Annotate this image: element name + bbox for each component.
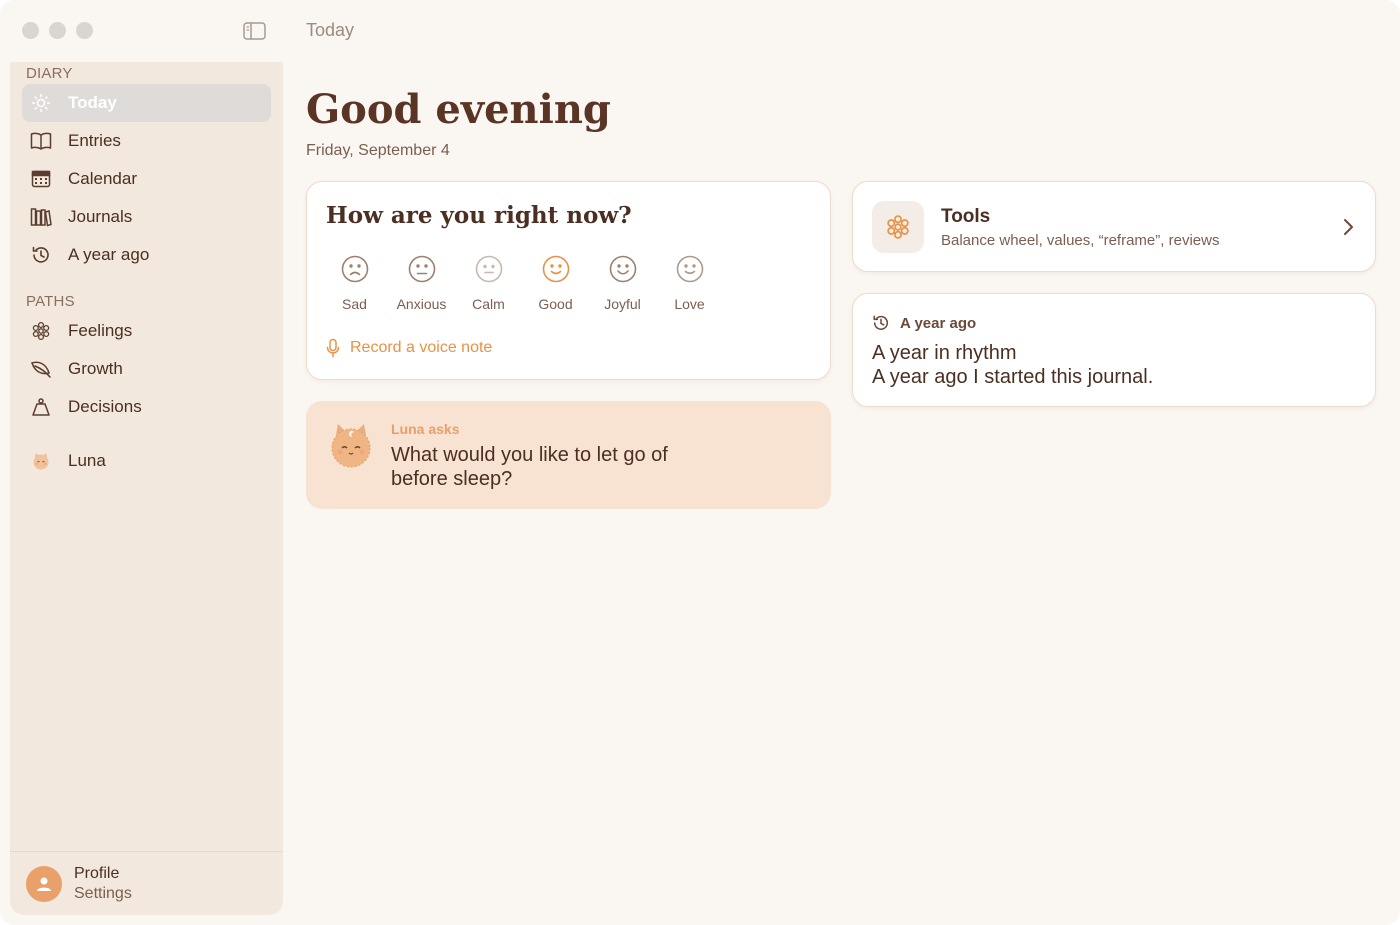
luna-icon (30, 450, 52, 472)
sidebar-item-today[interactable]: Today (22, 84, 271, 122)
leaf-icon (30, 358, 52, 380)
weight-icon (30, 396, 52, 418)
mood-label: Good (538, 296, 573, 312)
minimize-window-button[interactable] (49, 22, 66, 39)
mood-option-good[interactable]: Good (522, 254, 589, 312)
tools-icon-box (872, 201, 924, 253)
luna-avatar-icon (331, 424, 371, 468)
record-voice-note-button[interactable]: Record a voice note (326, 338, 492, 358)
sidebar-item-decisions[interactable]: Decisions (22, 388, 271, 426)
avatar (26, 865, 62, 902)
mood-label: Love (674, 296, 705, 312)
tools-card[interactable]: Tools Balance wheel, values, “reframe”, … (852, 181, 1376, 272)
sidebar-item-label: Calendar (68, 169, 137, 188)
current-date: Friday, September 4 (306, 142, 450, 159)
microphone-icon (326, 338, 340, 358)
sidebar-item-feelings[interactable]: Feelings (22, 312, 271, 350)
history-icon (873, 315, 889, 330)
sidebar-item-label: Entries (68, 131, 121, 150)
calendar-icon (30, 168, 52, 190)
tools-title: Tools (941, 206, 991, 227)
journals-icon (30, 206, 52, 228)
sidebar-item-label: Growth (68, 359, 123, 378)
mood-card-title: How are you right now? (326, 202, 632, 229)
calm-face-icon (475, 255, 502, 283)
sidebar-item-calendar[interactable]: Calendar (22, 160, 271, 198)
history-icon (30, 244, 52, 266)
tools-subtitle: Balance wheel, values, “reframe”, review… (941, 232, 1220, 249)
mood-option-love[interactable]: Love (656, 254, 723, 312)
profile-button[interactable]: Profile Settings (10, 851, 283, 915)
sidebar-item-label: Luna (68, 451, 106, 470)
love-face-icon (676, 255, 703, 283)
year-ago-heading: A year ago (872, 314, 976, 332)
flower-icon (30, 320, 52, 342)
app-window: Today DIARY Today Entries Calendar Journ… (0, 0, 1400, 925)
mood-option-calm[interactable]: Calm (455, 254, 522, 312)
mood-label: Calm (472, 296, 505, 312)
mood-label: Sad (342, 296, 367, 312)
anxious-face-icon (408, 255, 435, 283)
mood-options: Sad Anxious Calm Good Joyful Love (321, 254, 723, 312)
flower-icon (887, 215, 909, 239)
sidebar-item-label: Today (68, 93, 117, 112)
sidebar-toggle-icon[interactable] (243, 22, 266, 40)
mood-label: Anxious (396, 296, 447, 312)
page-title: Good evening (306, 86, 611, 133)
voice-note-label: Record a voice note (350, 339, 493, 356)
year-ago-heading-label: A year ago (900, 314, 977, 332)
chevron-right-icon (1344, 219, 1353, 235)
sidebar-item-luna[interactable]: Luna (22, 442, 271, 480)
section-label-diary: DIARY (26, 65, 73, 82)
sidebar-item-label: A year ago (68, 245, 150, 264)
luna-prompt-card[interactable]: Luna asks What would you like to let go … (306, 401, 831, 509)
sidebar-item-journals[interactable]: Journals (22, 198, 271, 236)
mood-option-sad[interactable]: Sad (321, 254, 388, 312)
person-icon (37, 877, 51, 891)
sidebar-item-entries[interactable]: Entries (22, 122, 271, 160)
good-face-icon (542, 255, 569, 283)
mood-option-joyful[interactable]: Joyful (589, 254, 656, 312)
close-window-button[interactable] (22, 22, 39, 39)
sun-icon (30, 92, 52, 114)
year-ago-card[interactable]: A year ago A year in rhythm A year ago I… (852, 293, 1376, 407)
profile-name: Profile (74, 864, 120, 882)
window-title: Today (306, 20, 355, 40)
year-ago-title: A year in rhythm (872, 342, 1017, 364)
mood-label: Joyful (604, 296, 641, 312)
sidebar-item-label: Decisions (68, 397, 142, 416)
window-controls (22, 22, 93, 39)
luna-asks-label: Luna asks (391, 421, 460, 437)
section-label-paths: PATHS (26, 293, 75, 310)
year-ago-body: A year ago I started this journal. (872, 366, 1154, 388)
book-icon (30, 130, 52, 152)
luna-question: What would you like to let go of before … (391, 444, 668, 490)
profile-settings-label: Settings (74, 884, 132, 902)
sidebar-item-label: Feelings (68, 321, 133, 340)
zoom-window-button[interactable] (76, 22, 93, 39)
sidebar-item-label: Journals (68, 207, 133, 226)
sidebar-item-a-year-ago[interactable]: A year ago (22, 236, 271, 274)
mood-option-anxious[interactable]: Anxious (388, 254, 455, 312)
sidebar-item-growth[interactable]: Growth (22, 350, 271, 388)
mood-check-card: How are you right now? Sad Anxious Calm … (306, 181, 831, 380)
sad-face-icon (341, 255, 368, 283)
joyful-face-icon (609, 255, 636, 283)
sidebar: DIARY Today Entries Calendar Journals A … (10, 62, 283, 915)
